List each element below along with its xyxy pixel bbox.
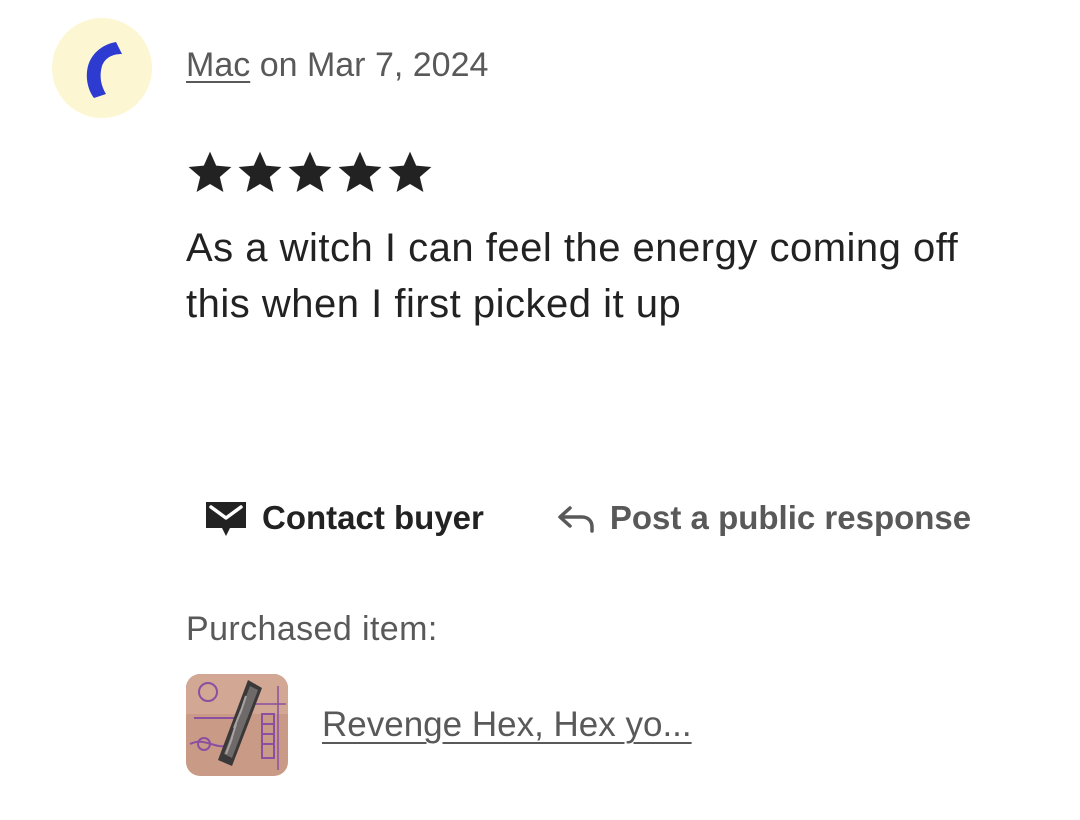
star-icon [188,151,232,192]
review-byline: Mac on Mar 7, 2024 [186,46,488,85]
purchased-item-link[interactable]: Revenge Hex, Hex yo... [186,674,692,776]
mail-icon [204,498,248,538]
post-public-response-button[interactable]: Post a public response [556,499,971,537]
star-icon [338,151,382,192]
item-title-link[interactable]: Revenge Hex, Hex yo... [322,705,692,745]
avatar[interactable] [52,18,152,118]
review-text: As a witch I can feel the energy coming … [186,226,959,326]
contact-buyer-label: Contact buyer [262,499,484,536]
item-thumbnail[interactable] [186,674,288,776]
purchased-item-label: Purchased item: [186,610,438,648]
review-card: Mac on Mar 7, 2024 As a witch I can feel… [0,0,1080,820]
review-actions: Contact buyer Post a public response [204,498,971,538]
post-public-response-label: Post a public response [609,499,972,536]
review-date: on Mar 7, 2024 [259,46,489,84]
contact-buyer-button[interactable]: Contact buyer [204,498,484,538]
reply-arrow-icon [556,500,596,536]
star-rating [186,148,434,196]
author-link[interactable]: Mac [186,46,250,84]
crescent-mark-icon [86,42,122,98]
star-icon [238,151,282,192]
star-icon [288,151,332,192]
star-icon [388,151,432,192]
